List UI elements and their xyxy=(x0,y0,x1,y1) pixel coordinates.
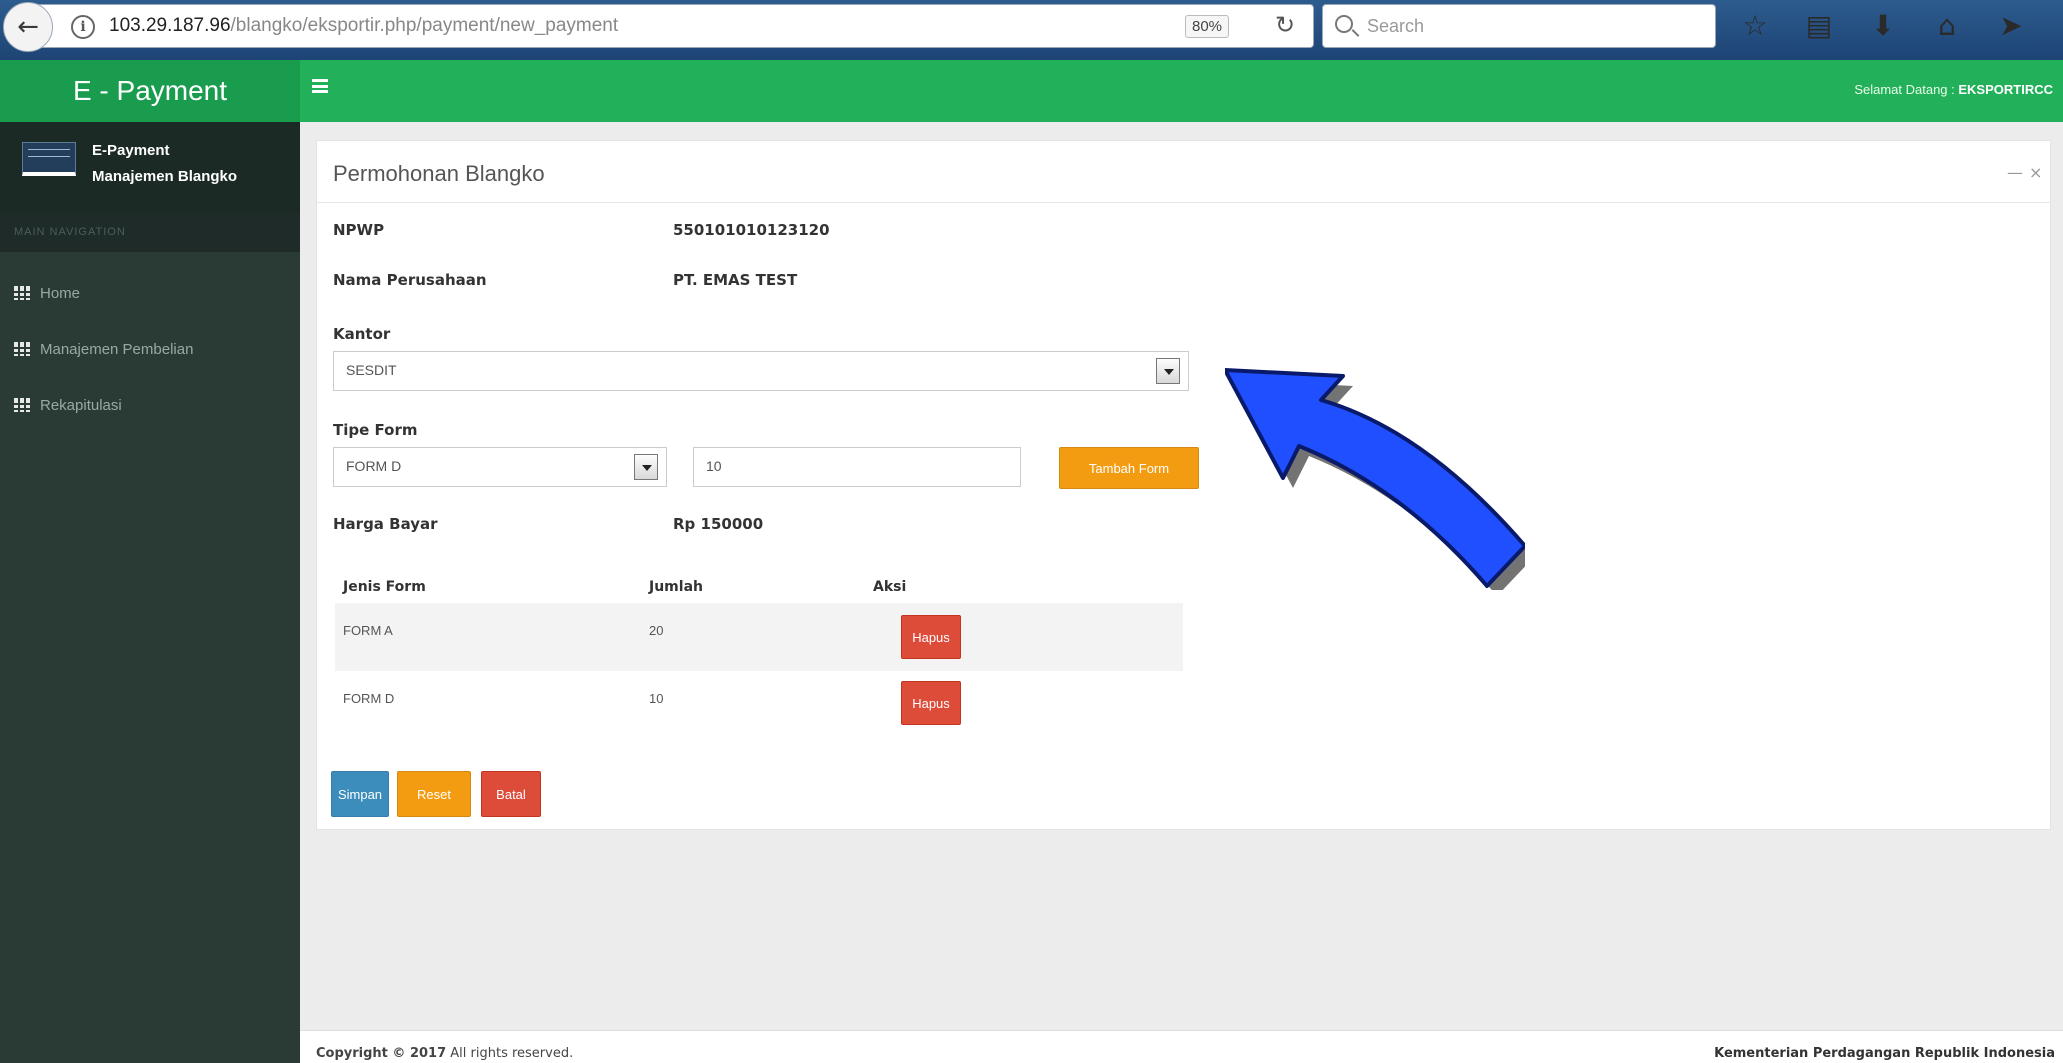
download-icon[interactable]: ⬇ xyxy=(1864,6,1902,44)
bookmarks-icon[interactable]: ▤ xyxy=(1800,6,1838,44)
browser-toolbar-icons: ☆ ▤ ⬇ ⌂ ➤ ☰ xyxy=(1736,6,2063,44)
harga-value: Rp 150000 xyxy=(673,515,764,533)
harga-label: Harga Bayar xyxy=(333,515,438,533)
sidebar-item-label: Home xyxy=(40,284,81,302)
table-header-aksi: Aksi xyxy=(873,579,907,595)
hapus-button[interactable]: Hapus xyxy=(901,615,961,659)
company-label: Nama Perusahaan xyxy=(333,271,487,289)
grid-icon xyxy=(14,286,30,300)
search-placeholder: Search xyxy=(1367,16,1425,36)
copyright-rest: All rights reserved. xyxy=(446,1046,574,1061)
sidebar: E-Payment Manajemen Blangko MAIN NAVIGAT… xyxy=(0,122,300,1063)
profile-name: E-Payment xyxy=(92,142,170,159)
permohonan-panel: Permohonan Blangko — × NPWP 550101010123… xyxy=(316,140,2051,830)
chevron-down-icon[interactable] xyxy=(1156,358,1180,384)
welcome-prefix: Selamat Datang : xyxy=(1854,82,1959,97)
url-host: 103.29.187.96 xyxy=(109,15,231,36)
back-arrow-icon[interactable]: ← xyxy=(3,2,53,52)
sidebar-item-home[interactable]: Home xyxy=(0,268,300,318)
url-path: /blangko/eksportir.php/payment/new_payme… xyxy=(230,15,619,36)
minimize-icon[interactable]: — xyxy=(2007,163,2023,182)
welcome-text: Selamat Datang : EKSPORTIRCC xyxy=(1854,82,2053,97)
npwp-label: NPWP xyxy=(333,221,385,239)
cell-jenis: FORM D xyxy=(343,691,395,706)
close-icon[interactable]: × xyxy=(2029,163,2042,182)
address-bar[interactable]: ← i 103.29.187.96/blangko/eksportir.php/… xyxy=(3,2,1314,52)
star-icon[interactable]: ☆ xyxy=(1736,6,1774,44)
sidebar-item-label: Rekapitulasi xyxy=(40,396,122,414)
panel-header: Permohonan Blangko — × xyxy=(317,141,2050,203)
kantor-selected: SESDIT xyxy=(346,362,397,378)
simpan-button[interactable]: Simpan xyxy=(331,771,389,817)
ministry-name: Kementerian Perdagangan Republik Indones… xyxy=(1714,1046,2055,1061)
copyright-year: Copyright © 2017 xyxy=(316,1046,447,1061)
sidebar-item-manajemen-pembelian[interactable]: Manajemen Pembelian xyxy=(0,324,300,374)
table-header-jenis: Jenis Form xyxy=(343,579,426,595)
url-text[interactable]: 103.29.187.96/blangko/eksportir.php/paym… xyxy=(109,15,618,37)
table-row: FORM A 20 Hapus xyxy=(335,603,1183,671)
user-panel: E-Payment Manajemen Blangko xyxy=(0,122,300,212)
top-navbar: Selamat Datang : EKSPORTIRCC xyxy=(300,60,2063,122)
grid-icon xyxy=(14,342,30,356)
home-icon[interactable]: ⌂ xyxy=(1928,6,1966,44)
table-header-jumlah: Jumlah xyxy=(649,579,703,595)
reload-icon[interactable]: ↻ xyxy=(1275,11,1295,39)
hapus-button[interactable]: Hapus xyxy=(901,681,961,725)
sidebar-item-label: Manajemen Pembelian xyxy=(40,340,194,358)
app-brand[interactable]: E - Payment xyxy=(0,60,300,122)
tipe-form-select[interactable]: FORM D xyxy=(333,447,667,487)
cell-jenis: FORM A xyxy=(343,623,393,638)
page-title: Permohonan Blangko xyxy=(333,161,545,186)
npwp-value: 550101010123120 xyxy=(673,221,830,239)
search-icon xyxy=(1335,15,1353,33)
kantor-select[interactable]: SESDIT xyxy=(333,351,1189,391)
company-value: PT. EMAS TEST xyxy=(673,271,798,289)
annotation-arrow xyxy=(1225,368,1525,590)
jumlah-input[interactable]: 10 xyxy=(693,447,1021,487)
kantor-label: Kantor xyxy=(333,325,391,343)
cell-jumlah: 10 xyxy=(649,691,664,706)
avatar xyxy=(22,142,76,176)
nav-header: MAIN NAVIGATION xyxy=(0,212,300,252)
table-row: FORM D 10 Hapus xyxy=(335,671,1183,739)
cell-jumlah: 20 xyxy=(649,623,664,638)
footer: Copyright © 2017 All rights reserved. Ke… xyxy=(300,1030,2063,1063)
grid-icon xyxy=(14,398,30,412)
batal-button[interactable]: Batal xyxy=(481,771,541,817)
send-icon[interactable]: ➤ xyxy=(1992,6,2030,44)
tipe-form-selected: FORM D xyxy=(346,458,402,474)
sidebar-item-rekapitulasi[interactable]: Rekapitulasi xyxy=(0,380,300,430)
tambah-form-button[interactable]: Tambah Form xyxy=(1059,447,1199,489)
reset-button[interactable]: Reset xyxy=(397,771,471,817)
welcome-user: EKSPORTIRCC xyxy=(1958,82,2053,97)
browser-toolbar: ← i 103.29.187.96/blangko/eksportir.php/… xyxy=(0,0,2063,60)
info-icon[interactable]: i xyxy=(71,15,95,39)
profile-role: Manajemen Blangko xyxy=(92,168,238,185)
zoom-indicator[interactable]: 80% xyxy=(1185,15,1230,38)
chevron-down-icon[interactable] xyxy=(634,454,658,480)
copyright: Copyright © 2017 All rights reserved. xyxy=(316,1046,573,1061)
hamburger-icon[interactable] xyxy=(312,79,328,93)
menu-icon[interactable]: ☰ xyxy=(2056,6,2063,44)
search-bar[interactable]: Search xyxy=(1322,4,1716,48)
tipe-form-label: Tipe Form xyxy=(333,421,418,439)
